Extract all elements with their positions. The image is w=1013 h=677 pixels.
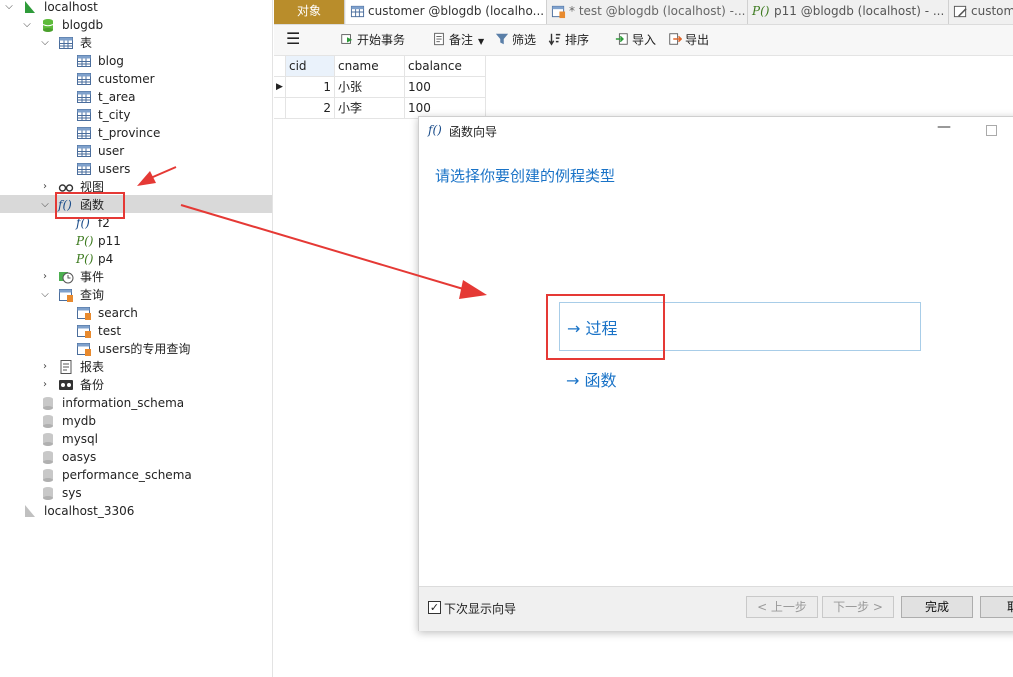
annotation-arrow-dialog	[180, 204, 487, 299]
annotation-arrows	[137, 166, 487, 299]
annotation-arrow-tree	[137, 166, 177, 186]
